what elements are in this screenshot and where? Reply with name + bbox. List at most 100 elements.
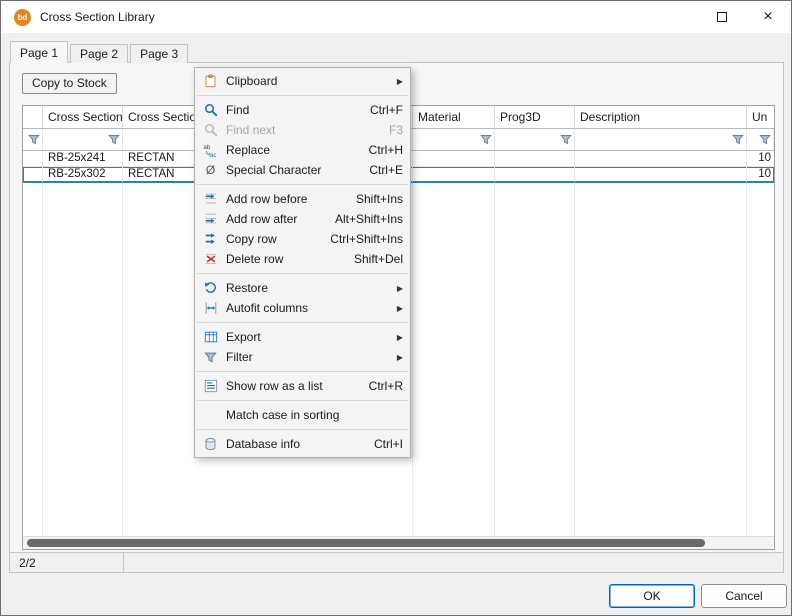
column-header-prog3d[interactable]: Prog3D — [495, 106, 575, 128]
menu-item-label: Show row as a list — [222, 379, 359, 393]
cancel-button[interactable]: Cancel — [701, 584, 787, 608]
filter-cell[interactable] — [575, 129, 747, 150]
menu-item-find[interactable]: Find Ctrl+F — [195, 100, 410, 120]
filter-cell[interactable] — [413, 129, 495, 150]
menu-item-replace[interactable]: ab ac Replace Ctrl+H — [195, 140, 410, 160]
column-header-description[interactable]: Description — [575, 106, 747, 128]
filter-icon — [199, 351, 222, 364]
filter-funnel-icon[interactable] — [732, 134, 744, 148]
cell-material[interactable] — [413, 151, 495, 166]
filter-funnel-icon[interactable] — [560, 134, 572, 148]
menu-item-filter[interactable]: Filter ▶ — [195, 347, 410, 367]
titlebar: bd Cross Section Library × — [1, 1, 791, 33]
cell-material[interactable] — [413, 167, 495, 182]
context-menu: Clipboard ▶ Find Ctrl+F Find next — [194, 67, 411, 458]
menu-item-label: Find — [222, 103, 360, 117]
menu-item-copy-row[interactable]: Copy row Ctrl+Shift+Ins — [195, 229, 410, 249]
menu-item-label: Export — [222, 330, 382, 344]
filter-cell[interactable] — [495, 129, 575, 150]
cell-description[interactable] — [575, 167, 747, 182]
menu-item-label: Clipboard — [222, 74, 382, 88]
submenu-arrow-icon: ▶ — [392, 353, 403, 362]
filter-cell[interactable] — [747, 129, 774, 150]
menu-separator — [197, 273, 408, 274]
close-icon: × — [763, 9, 772, 25]
menu-item-add-row-before[interactable]: Add row before Shift+Ins — [195, 189, 410, 209]
menu-item-autofit-columns[interactable]: Autofit columns ▶ — [195, 298, 410, 318]
menu-item-show-row-as-list[interactable]: Show row as a list Ctrl+R — [195, 376, 410, 396]
filter-funnel-icon[interactable] — [28, 134, 40, 148]
filter-cell[interactable] — [23, 129, 43, 150]
row-counter: 2/2 — [10, 556, 123, 570]
menu-item-label: Copy row — [222, 232, 320, 246]
replace-icon: ab ac — [199, 143, 222, 158]
menu-item-label: Add row before — [222, 192, 346, 206]
svg-text:ab: ab — [203, 144, 210, 151]
menu-item-restore[interactable]: Restore ▶ — [195, 278, 410, 298]
column-header-cross-section[interactable]: Cross Section — [43, 106, 123, 128]
menu-item-add-row-after[interactable]: Add row after Alt+Shift+Ins — [195, 209, 410, 229]
cell-cross-section[interactable]: RB-25x241 — [43, 151, 123, 166]
menu-item-shortcut: Shift+Del — [344, 252, 403, 266]
maximize-icon — [717, 12, 727, 22]
menu-item-database-info[interactable]: Database info Ctrl+I — [195, 434, 410, 454]
empty-column — [43, 183, 123, 536]
cell-prog3d[interactable] — [495, 167, 575, 182]
menu-item-shortcut: Alt+Shift+Ins — [325, 212, 403, 226]
cell-unit[interactable]: 10 — [747, 167, 774, 182]
find-next-icon — [199, 123, 222, 137]
menu-item-special-character[interactable]: Ø Special Character Ctrl+E — [195, 160, 410, 180]
tab-page-3[interactable]: Page 3 — [130, 44, 188, 63]
row-indicator-cell[interactable] — [23, 167, 43, 182]
menu-item-label: Filter — [222, 350, 382, 364]
cell-cross-section[interactable]: RB-25x302 — [43, 167, 123, 182]
row-indicator-cell[interactable] — [23, 151, 43, 166]
cell-unit[interactable]: 10 — [747, 151, 774, 166]
column-header-material[interactable]: Material — [413, 106, 495, 128]
horizontal-scrollbar-thumb[interactable] — [27, 539, 705, 547]
menu-separator — [197, 322, 408, 323]
column-header-unit[interactable]: Un — [747, 106, 774, 128]
menu-item-label: Replace — [222, 143, 359, 157]
add-row-before-icon — [199, 192, 222, 206]
show-row-as-list-icon — [199, 379, 222, 393]
menu-item-shortcut: Ctrl+I — [364, 437, 403, 451]
restore-icon — [199, 281, 222, 295]
filter-funnel-icon[interactable] — [480, 134, 492, 148]
database-info-icon — [199, 437, 222, 451]
menu-separator — [197, 184, 408, 185]
menu-item-shortcut: Ctrl+H — [359, 143, 403, 157]
add-row-after-icon — [199, 212, 222, 226]
app-logo-icon: bd — [14, 9, 31, 26]
statusbar-divider — [123, 553, 124, 573]
copy-to-stock-button[interactable]: Copy to Stock — [22, 73, 117, 94]
menu-item-label: Autofit columns — [222, 301, 382, 315]
delete-row-icon — [199, 252, 222, 266]
menu-item-delete-row[interactable]: Delete row Shift+Del — [195, 249, 410, 269]
cross-section-library-dialog: bd Cross Section Library × Page 1 Page 2… — [0, 0, 792, 616]
filter-cell[interactable] — [43, 129, 123, 150]
menu-separator — [197, 400, 408, 401]
cell-description[interactable] — [575, 151, 747, 166]
autofit-columns-icon — [199, 301, 222, 315]
menu-item-match-case-in-sorting[interactable]: Match case in sorting — [195, 405, 410, 425]
submenu-arrow-icon: ▶ — [392, 304, 403, 313]
empty-column — [23, 183, 43, 536]
filter-funnel-icon[interactable] — [108, 134, 120, 148]
maximize-button[interactable] — [699, 1, 745, 33]
menu-separator — [197, 95, 408, 96]
window-title: Cross Section Library — [40, 10, 155, 24]
menu-item-export[interactable]: Export ▶ — [195, 327, 410, 347]
horizontal-scrollbar[interactable] — [23, 536, 774, 549]
empty-column — [413, 183, 495, 536]
filter-funnel-icon[interactable] — [759, 134, 771, 148]
close-button[interactable]: × — [745, 1, 791, 33]
empty-column — [495, 183, 575, 536]
copy-row-icon — [199, 232, 222, 246]
menu-item-shortcut: Ctrl+F — [360, 103, 403, 117]
cell-prog3d[interactable] — [495, 151, 575, 166]
menu-item-clipboard[interactable]: Clipboard ▶ — [195, 71, 410, 91]
ok-button[interactable]: OK — [609, 584, 695, 608]
tab-page-2[interactable]: Page 2 — [70, 44, 128, 63]
tab-page-1[interactable]: Page 1 — [10, 41, 68, 63]
